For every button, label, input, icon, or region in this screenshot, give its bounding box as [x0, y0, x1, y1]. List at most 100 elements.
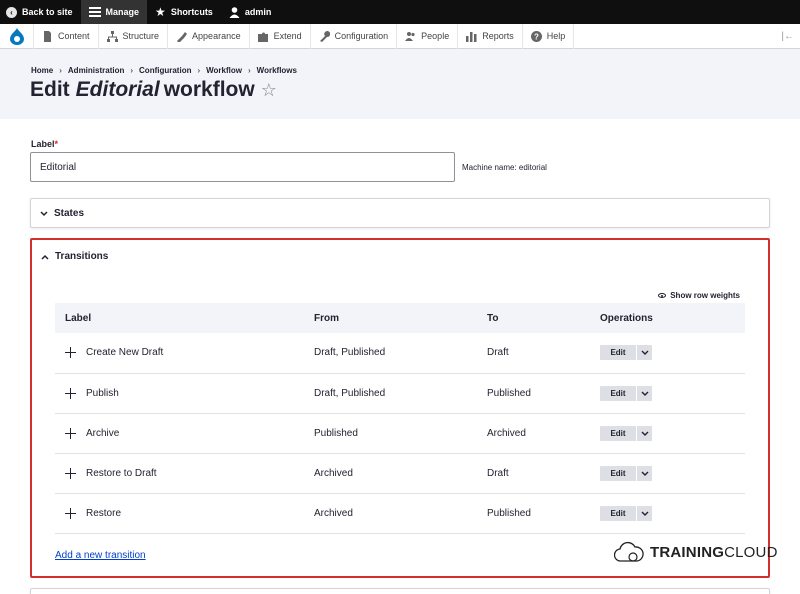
cloud-icon	[614, 541, 644, 562]
tray-orientation-toggle-icon[interactable]: |←	[781, 31, 794, 42]
table-row: Restore Archived Published Edit	[55, 493, 745, 534]
eye-icon	[658, 293, 667, 298]
breadcrumb-workflow[interactable]: Workflow	[206, 66, 242, 75]
column-header-to: To	[487, 303, 600, 333]
chevron-down-icon[interactable]	[637, 345, 652, 361]
transition-to: Published	[487, 493, 600, 534]
transition-label: Archive	[86, 427, 120, 439]
wrench-icon	[319, 30, 330, 42]
transition-from: Draft, Published	[314, 333, 487, 374]
tray-item-people[interactable]: People	[396, 23, 457, 49]
operations-dropbutton: Edit	[600, 385, 652, 401]
chevron-down-icon[interactable]	[637, 465, 652, 481]
machine-name-text: Machine name: editorial	[462, 163, 547, 172]
operations-dropbutton: Edit	[600, 465, 652, 481]
label-field-label: Label*	[31, 139, 59, 149]
star-icon: ★	[155, 5, 166, 19]
chevron-left-icon: ‹	[6, 6, 17, 18]
back-to-site-link[interactable]: ‹ Back to site	[0, 0, 81, 24]
table-row: Archive Published Archived Edit	[55, 413, 745, 454]
table-row: Create New Draft Draft, Published Draft …	[55, 333, 745, 374]
breadcrumb: Home › Administration › Configuration › …	[31, 66, 297, 75]
transitions-summary[interactable]: Transitions	[41, 251, 108, 262]
tray-item-reports[interactable]: Reports	[457, 23, 522, 49]
table-row: Publish Draft, Published Published Edit	[55, 373, 745, 414]
tray-item-structure[interactable]: Structure	[97, 23, 168, 49]
transition-to: Published	[487, 373, 600, 414]
transition-from: Draft, Published	[314, 373, 487, 414]
table-row: Restore to Draft Archived Draft Edit	[55, 453, 745, 494]
tray-item-content[interactable]: Content	[33, 23, 98, 49]
breadcrumb-configuration[interactable]: Configuration	[139, 66, 191, 75]
user-tab[interactable]: admin	[221, 0, 280, 24]
transition-from: Archived	[314, 453, 487, 494]
title-suffix: workflow	[163, 78, 255, 101]
breadcrumb-home[interactable]: Home	[31, 66, 53, 75]
tray-item-configuration[interactable]: Configuration	[309, 23, 397, 49]
required-marker: *	[54, 139, 59, 149]
label-input[interactable]	[30, 152, 455, 182]
trainingcloud-watermark: TRAININGCLOUD	[614, 540, 778, 564]
transition-label: Create New Draft	[86, 347, 164, 359]
breadcrumb-separator: ›	[130, 66, 134, 75]
edit-button[interactable]: Edit	[600, 425, 636, 441]
chevron-down-icon[interactable]	[637, 385, 652, 401]
breadcrumb-workflows[interactable]: Workflows	[257, 66, 297, 75]
admin-toolbar: ‹ Back to site Manage ★ Shortcuts admin	[0, 0, 800, 24]
column-header-operations: Operations	[600, 303, 745, 333]
drag-handle-icon[interactable]	[65, 507, 76, 519]
operations-dropbutton: Edit	[600, 425, 652, 441]
user-icon	[229, 6, 240, 18]
drag-handle-icon[interactable]	[65, 387, 76, 399]
chevron-down-icon[interactable]	[637, 505, 652, 521]
drag-handle-icon[interactable]	[65, 467, 76, 479]
drupal-logo-icon[interactable]	[0, 24, 33, 49]
transition-to: Draft	[487, 333, 600, 374]
drag-handle-icon[interactable]	[65, 347, 76, 359]
tray-item-appearance[interactable]: Appearance	[167, 23, 249, 49]
transition-from: Archived	[314, 493, 487, 534]
title-prefix: Edit	[30, 78, 70, 101]
title-workflow-name: Editorial	[75, 78, 160, 101]
breadcrumb-administration[interactable]: Administration	[68, 66, 124, 75]
show-row-weights-button[interactable]: Show row weights	[658, 291, 740, 300]
next-details	[30, 588, 770, 594]
drag-handle-icon[interactable]	[65, 427, 76, 439]
breadcrumb-separator: ›	[59, 66, 62, 75]
tray-item-extend[interactable]: Extend	[248, 23, 310, 49]
star-outline-icon[interactable]: ☆	[261, 80, 277, 101]
bar-chart-icon	[466, 31, 477, 42]
chevron-down-icon[interactable]	[637, 425, 652, 441]
people-icon	[405, 31, 415, 41]
transition-to: Draft	[487, 453, 600, 494]
edit-button[interactable]: Edit	[600, 385, 636, 401]
operations-dropbutton: Edit	[600, 345, 652, 361]
transition-label: Publish	[86, 387, 119, 399]
operations-dropbutton: Edit	[600, 505, 652, 521]
states-summary[interactable]: States	[40, 208, 84, 219]
transition-to: Archived	[487, 413, 600, 454]
transitions-table: Label From To Operations Create New Draf…	[55, 303, 745, 534]
add-new-transition-link[interactable]: Add a new transition	[55, 550, 146, 561]
transition-label: Restore	[86, 507, 122, 519]
column-header-from: From	[314, 303, 487, 333]
page-title: Edit Editorial workflow ☆	[30, 78, 277, 102]
breadcrumb-separator: ›	[197, 66, 201, 75]
chevron-up-icon	[41, 252, 49, 262]
edit-button[interactable]: Edit	[600, 465, 636, 481]
edit-button[interactable]: Edit	[600, 505, 636, 521]
transition-from: Published	[314, 413, 487, 454]
edit-button[interactable]: Edit	[600, 345, 636, 361]
admin-tray: Content Structure Appearance Extend Conf…	[0, 23, 800, 49]
svg-text:?: ?	[534, 32, 539, 41]
puzzle-icon	[257, 32, 268, 42]
manage-tab[interactable]: Manage	[80, 0, 148, 24]
tray-item-help[interactable]: ? Help	[521, 23, 575, 49]
table-header-row: Label From To Operations	[55, 303, 745, 333]
structure-icon	[106, 30, 118, 42]
shortcuts-tab[interactable]: ★ Shortcuts	[147, 0, 221, 24]
states-details[interactable]: States	[30, 198, 770, 228]
chevron-down-icon	[40, 209, 48, 219]
page-header: Home › Administration › Configuration › …	[0, 49, 800, 119]
content-icon	[44, 30, 51, 42]
